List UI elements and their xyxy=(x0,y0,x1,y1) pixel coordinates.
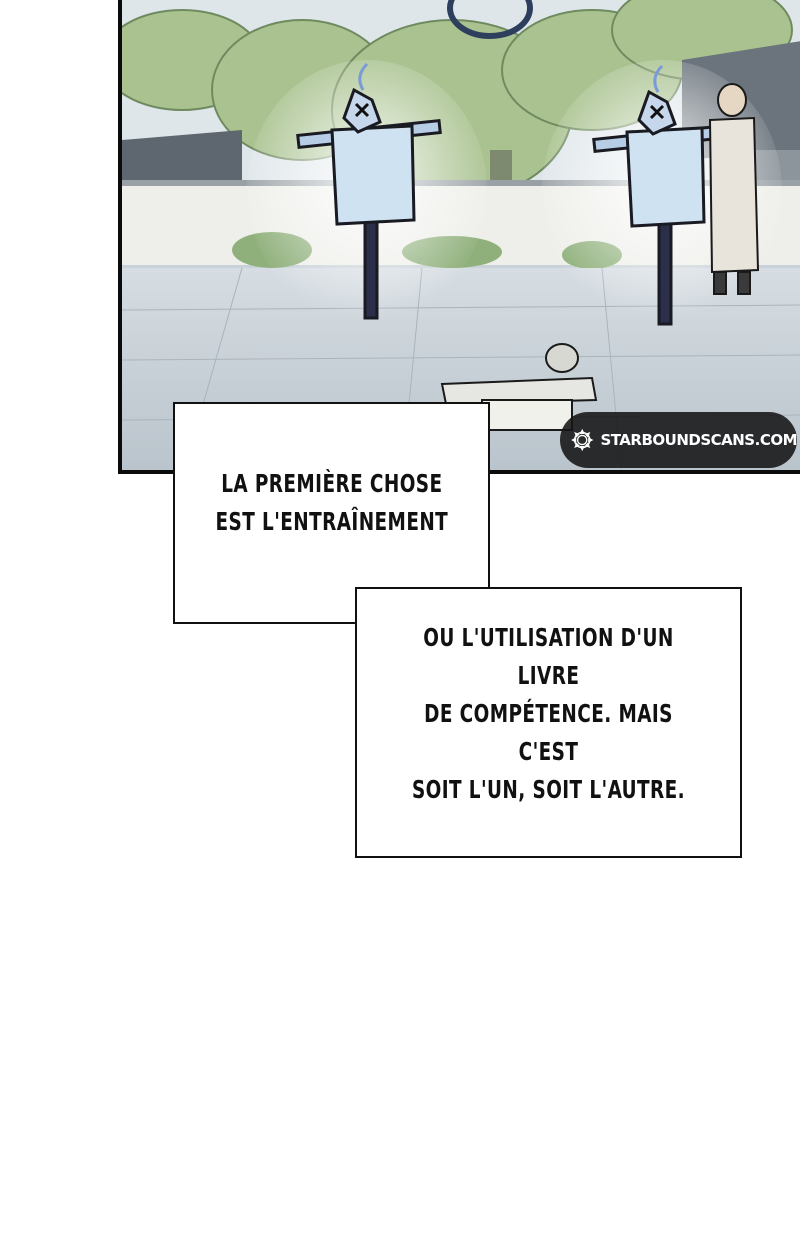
watermark-text: STARBOUNDSCANS.COM xyxy=(600,431,797,449)
site-watermark: STARBOUNDSCANS.COM xyxy=(560,412,797,468)
caption-box-second: ou l'utilisation d'un livre de compétenc… xyxy=(355,587,742,858)
gear-icon xyxy=(571,428,594,452)
caption-join xyxy=(357,589,488,622)
caption-text-second: ou l'utilisation d'un livre de compétenc… xyxy=(411,622,686,804)
caption-text-first: La première chose est l'entraînement xyxy=(215,469,448,536)
